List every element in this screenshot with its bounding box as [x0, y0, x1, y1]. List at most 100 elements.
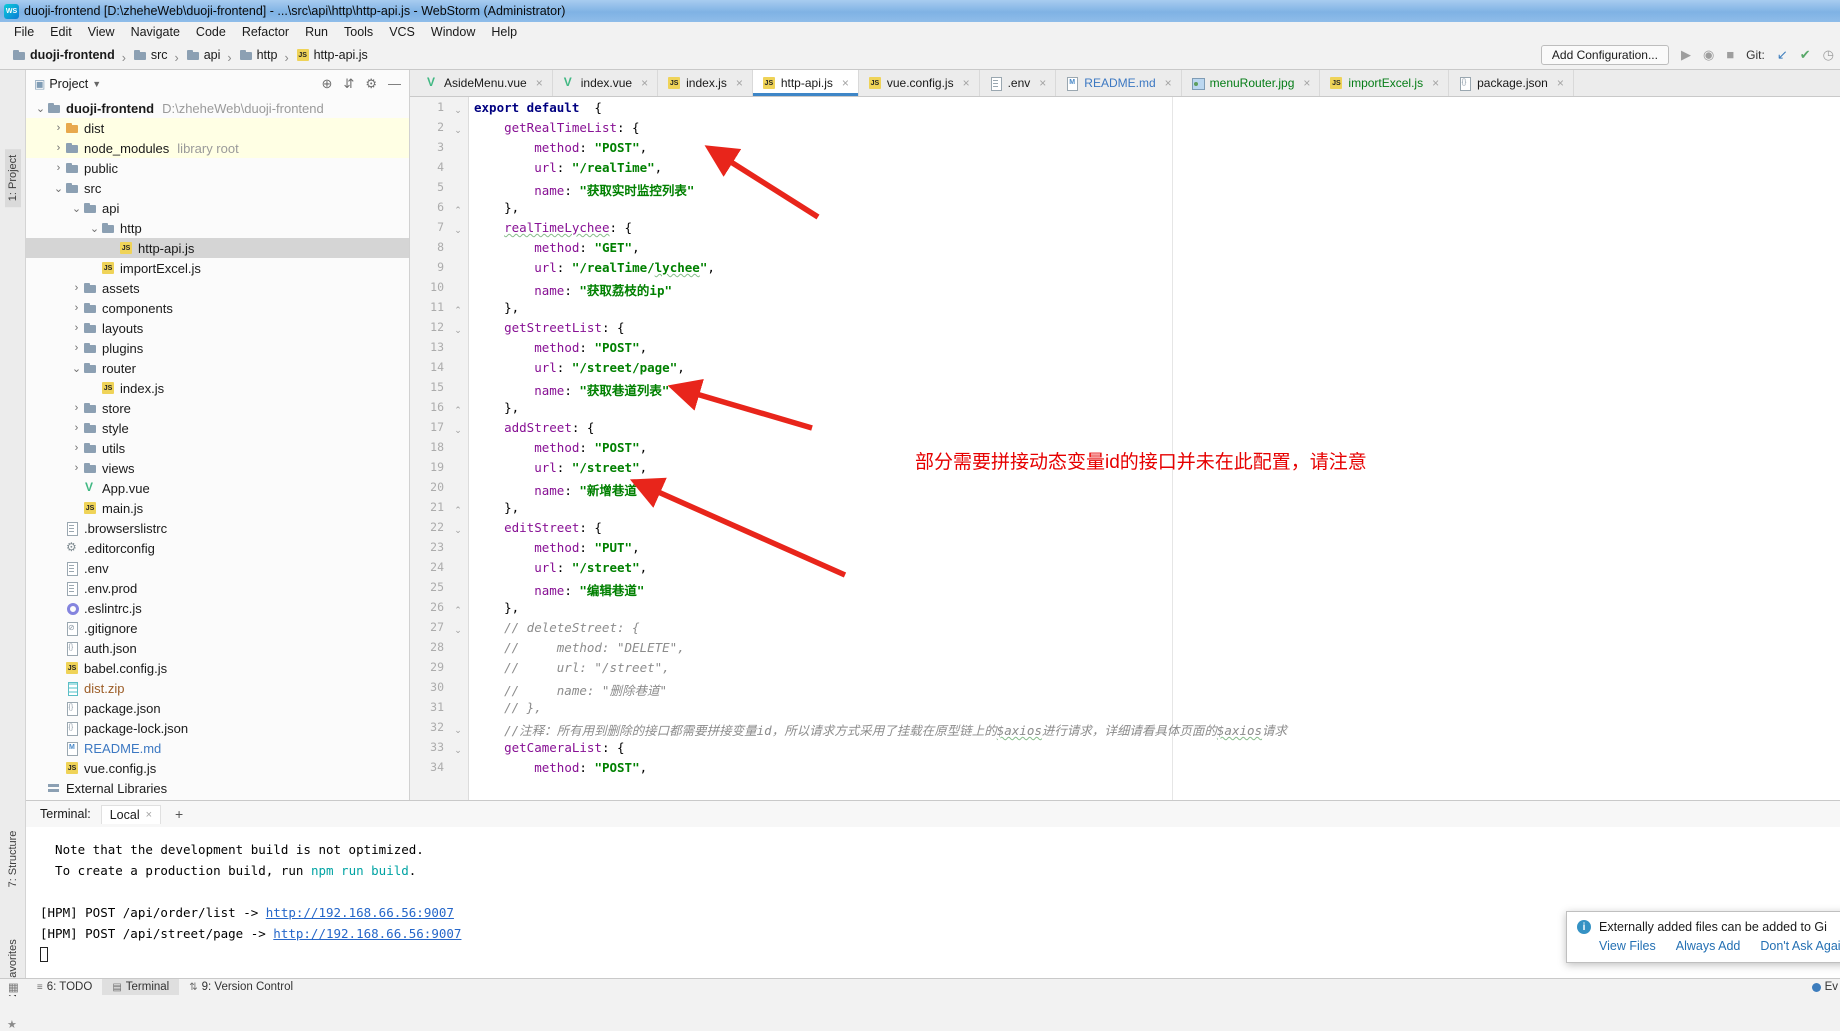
fold-marker-icon[interactable]: ⌃: [448, 400, 468, 420]
notification-action-always-add[interactable]: Always Add: [1676, 939, 1741, 953]
tree-item-browserslistrc[interactable]: .browserslistrc: [26, 518, 409, 538]
tree-item-src[interactable]: ⌄src: [26, 178, 409, 198]
chevron-down-icon[interactable]: ⌄: [52, 182, 65, 195]
fold-marker-icon[interactable]: ⌃: [448, 300, 468, 320]
close-icon[interactable]: ×: [963, 76, 970, 90]
fold-marker-icon[interactable]: ⌄: [448, 120, 468, 140]
tree-item-index-js[interactable]: index.js: [26, 378, 409, 398]
chevron-right-icon[interactable]: ›: [70, 282, 83, 294]
chevron-right-icon[interactable]: ›: [70, 322, 83, 334]
fold-marker-icon[interactable]: ⌄: [448, 520, 468, 540]
menu-item-view[interactable]: View: [80, 22, 123, 42]
event-log-icon[interactable]: [1812, 983, 1821, 992]
tree-item-dist[interactable]: ›dist: [26, 118, 409, 138]
tree-item-plugins[interactable]: ›plugins: [26, 338, 409, 358]
tree-item-importexcel-js[interactable]: importExcel.js: [26, 258, 409, 278]
tree-item-env[interactable]: .env: [26, 558, 409, 578]
commit-icon[interactable]: ✔: [1800, 45, 1811, 65]
fold-marker-icon[interactable]: ⌄: [448, 220, 468, 240]
tree-item-editorconfig[interactable]: .editorconfig: [26, 538, 409, 558]
chevron-down-icon[interactable]: ⌄: [34, 102, 47, 115]
fold-marker-icon[interactable]: ⌄: [448, 620, 468, 640]
tree-item-http[interactable]: ⌄http: [26, 218, 409, 238]
tab-env[interactable]: .env×: [980, 70, 1057, 96]
menu-item-help[interactable]: Help: [483, 22, 525, 42]
close-icon[interactable]: ×: [146, 809, 152, 821]
project-stripe-button[interactable]: 1: Project: [5, 149, 21, 207]
run-icon[interactable]: ▶: [1681, 45, 1691, 65]
tab-menurouter-jpg[interactable]: menuRouter.jpg×: [1182, 70, 1321, 96]
debug-icon[interactable]: ◉: [1703, 45, 1714, 65]
tree-item-eslintrc-js[interactable]: .eslintrc.js: [26, 598, 409, 618]
menu-item-vcs[interactable]: VCS: [381, 22, 423, 42]
breadcrumb-item-http-api-js[interactable]: http-api.js: [294, 46, 370, 64]
menu-item-navigate[interactable]: Navigate: [123, 22, 188, 42]
gear-icon[interactable]: ⚙: [365, 76, 377, 92]
status-item-9-version-control[interactable]: ⇅9: Version Control: [179, 979, 303, 995]
tab-index-js[interactable]: index.js×: [658, 70, 753, 96]
chevron-right-icon[interactable]: ›: [52, 122, 65, 134]
collapse-all-icon[interactable]: ⇵: [343, 76, 354, 92]
tree-item-views[interactable]: ›views: [26, 458, 409, 478]
tree-item-dist-zip[interactable]: dist.zip: [26, 678, 409, 698]
tab-readme-md[interactable]: README.md×: [1056, 70, 1181, 96]
locate-file-icon[interactable]: ⊕: [322, 76, 333, 92]
breadcrumb-item-src[interactable]: src: [131, 46, 170, 64]
close-icon[interactable]: ×: [641, 76, 648, 90]
tab-vue-config-js[interactable]: vue.config.js×: [859, 70, 980, 96]
menu-item-tools[interactable]: Tools: [336, 22, 381, 42]
project-panel-title[interactable]: Project: [49, 77, 88, 91]
tree-item-main-js[interactable]: main.js: [26, 498, 409, 518]
code-editor[interactable]: 1⌄export default {2⌄ getRealTimeList: {3…: [410, 97, 1840, 800]
terminal-tab-local[interactable]: Local ×: [101, 805, 161, 824]
breadcrumb-item-api[interactable]: api: [184, 46, 223, 64]
chevron-right-icon[interactable]: ›: [70, 442, 83, 454]
add-configuration-button[interactable]: Add Configuration...: [1541, 45, 1669, 65]
close-icon[interactable]: ×: [1039, 76, 1046, 90]
close-icon[interactable]: ×: [842, 76, 849, 90]
tab-importexcel-js[interactable]: importExcel.js×: [1320, 70, 1449, 96]
structure-stripe-button[interactable]: 7: Structure: [7, 831, 19, 888]
notification-action-don-t-ask-agai[interactable]: Don't Ask Agai: [1760, 939, 1840, 953]
tab-package-json[interactable]: package.json×: [1449, 70, 1574, 96]
tree-item-api[interactable]: ⌄api: [26, 198, 409, 218]
tree-item-assets[interactable]: ›assets: [26, 278, 409, 298]
tree-item-http-api-js[interactable]: http-api.js: [26, 238, 409, 258]
tree-item-package-lock-json[interactable]: package-lock.json: [26, 718, 409, 738]
menu-item-run[interactable]: Run: [297, 22, 336, 42]
chevron-right-icon[interactable]: ›: [70, 302, 83, 314]
chevron-right-icon[interactable]: ›: [52, 142, 65, 154]
tree-item-node-modules[interactable]: ›node_moduleslibrary root: [26, 138, 409, 158]
tab-asidemenu-vue[interactable]: AsideMenu.vue×: [416, 70, 553, 96]
event-log-label[interactable]: Ev: [1825, 981, 1838, 993]
menu-item-file[interactable]: File: [6, 22, 42, 42]
hide-panel-icon[interactable]: —: [388, 76, 401, 92]
close-icon[interactable]: ×: [1303, 76, 1310, 90]
tab-index-vue[interactable]: index.vue×: [553, 70, 658, 96]
tree-item-babel-config-js[interactable]: babel.config.js: [26, 658, 409, 678]
close-icon[interactable]: ×: [736, 76, 743, 90]
tree-item-readme-md[interactable]: README.md: [26, 738, 409, 758]
chevron-down-icon[interactable]: ⌄: [88, 222, 101, 235]
chevron-down-icon[interactable]: ⌄: [70, 362, 83, 375]
fold-marker-icon[interactable]: ⌄: [448, 420, 468, 440]
tree-item-layouts[interactable]: ›layouts: [26, 318, 409, 338]
tree-item-auth-json[interactable]: auth.json: [26, 638, 409, 658]
chevron-down-icon[interactable]: ▼: [92, 79, 101, 89]
history-icon[interactable]: ◷: [1823, 45, 1834, 65]
breadcrumb-item-http[interactable]: http: [237, 46, 280, 64]
tree-item-router[interactable]: ⌄router: [26, 358, 409, 378]
tree-item-style[interactable]: ›style: [26, 418, 409, 438]
terminal-link[interactable]: http://192.168.66.56:9007: [273, 926, 461, 941]
tree-item-store[interactable]: ›store: [26, 398, 409, 418]
tree-item-external-libraries[interactable]: External Libraries: [26, 778, 409, 798]
chevron-right-icon[interactable]: ›: [70, 402, 83, 414]
tree-item-duoji-frontend[interactable]: ⌄duoji-frontendD:\zheheWeb\duoji-fronten…: [26, 98, 409, 118]
menu-item-refactor[interactable]: Refactor: [234, 22, 297, 42]
tree-item-vue-config-js[interactable]: vue.config.js: [26, 758, 409, 778]
new-terminal-session-button[interactable]: +: [171, 806, 187, 822]
fold-marker-icon[interactable]: ⌄: [448, 740, 468, 760]
stop-icon[interactable]: ■: [1726, 45, 1734, 65]
menu-item-window[interactable]: Window: [423, 22, 483, 42]
tree-item-gitignore[interactable]: .gitignore: [26, 618, 409, 638]
